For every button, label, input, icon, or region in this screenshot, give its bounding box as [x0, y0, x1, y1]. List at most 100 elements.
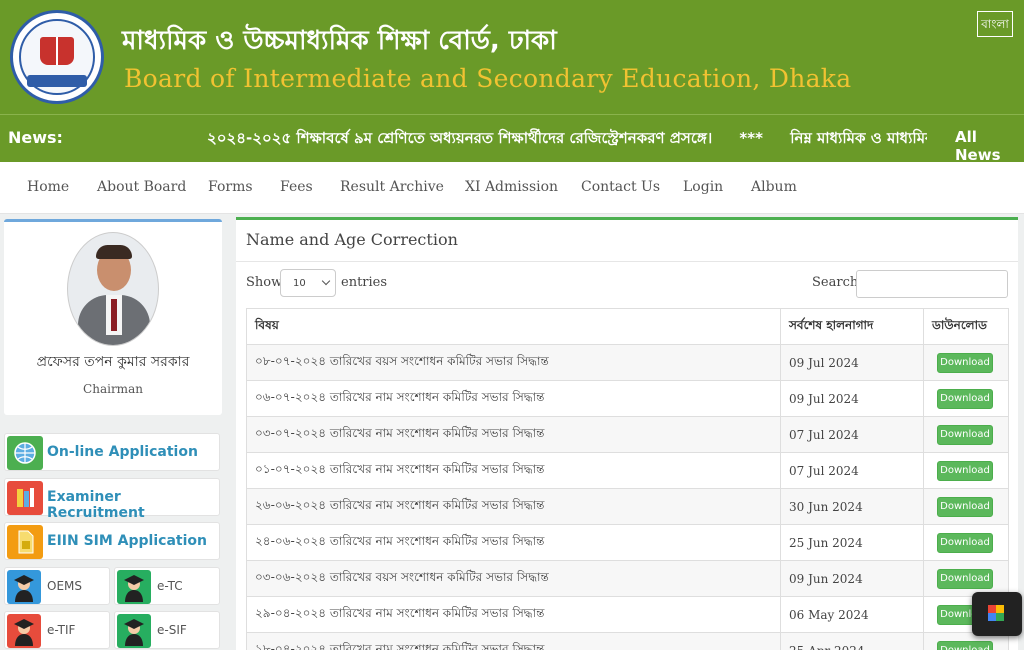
download-button[interactable]: Download: [937, 640, 993, 650]
table-row: ১৮-০৪-২০২৪ তারিখের নাম সংশোধন কমিটির সভা…: [246, 632, 1009, 650]
table-row: ২৯-০৪-২০২৪ তারিখের নাম সংশোধন কমিটির সভা…: [246, 596, 1009, 633]
sidebar-link-label: Examiner Recruitment: [47, 489, 145, 521]
notice-date: 30 Jun 2024: [780, 488, 924, 525]
notice-date: 09 Jul 2024: [780, 380, 924, 417]
column-header-subject[interactable]: বিষয়: [246, 308, 781, 345]
sidebar-link-label: EIIN SIM Application: [47, 533, 207, 549]
chairman-title: Chairman: [83, 382, 143, 396]
panel-divider: [236, 261, 1018, 262]
eiin-sim-application-link[interactable]: EIIN SIM Application: [4, 522, 220, 560]
download-button[interactable]: Download: [937, 352, 993, 373]
sidebar-link-label: On-line Application: [47, 444, 198, 460]
news-label: News:: [8, 128, 63, 147]
notice-date: 09 Jul 2024: [780, 344, 924, 381]
column-header-download[interactable]: ডাউনলোড: [923, 308, 1009, 345]
download-button[interactable]: Download: [937, 496, 993, 517]
notice-subject: ১৮-০৪-২০২৪ তারিখের নাম সংশোধন কমিটির সভা…: [246, 632, 781, 650]
news-item[interactable]: ২০২৪-২০২৫ শিক্ষাবর্ষে ৯ম শ্রেণিতে অধ্যয়…: [207, 129, 712, 147]
notice-date: 06 May 2024: [780, 596, 924, 633]
table-row: ০৩-০৬-২০২৪ তারিখের বয়স সংশোধন কমিটির সভ…: [246, 560, 1009, 597]
notice-date: 09 Jun 2024: [780, 560, 924, 597]
floating-widget-button[interactable]: [972, 592, 1022, 636]
photo-tie: [111, 299, 117, 331]
small-link-label: e-SIF: [157, 623, 187, 637]
sim-card-icon: [7, 525, 43, 559]
notices-table: বিষয় সর্বশেষ হালনাগাদ ডাউনলোড ০৮-০৭-২০২…: [246, 308, 1009, 650]
chevron-down-icon: [321, 276, 331, 286]
notice-date: 25 Apr 2024: [780, 632, 924, 650]
notice-date: 07 Jul 2024: [780, 416, 924, 453]
logo-ribbon: [27, 75, 87, 87]
nav-fees[interactable]: Fees: [280, 179, 313, 195]
nav-forms[interactable]: Forms: [208, 179, 253, 195]
examiner-recruitment-link[interactable]: Examiner Recruitment: [4, 478, 220, 521]
download-button[interactable]: Download: [937, 460, 993, 481]
board-logo[interactable]: [10, 10, 104, 104]
small-link-label: e-TC: [157, 579, 183, 593]
graduate-icon: [117, 614, 151, 648]
site-title-english: Board of Intermediate and Secondary Educ…: [124, 64, 852, 93]
notice-subject: ০৮-০৭-২০২৪ তারিখের বয়স সংশোধন কমিটির সভ…: [246, 344, 781, 381]
table-row: ০১-০৭-২০২৪ তারিখের নাম সংশোধন কমিটির সভা…: [246, 452, 1009, 489]
online-application-link[interactable]: On-line Application: [4, 433, 220, 471]
download-cell: Download: [923, 344, 1009, 381]
nav-about-board[interactable]: About Board: [97, 179, 186, 195]
entries-value: 10: [293, 278, 306, 289]
photo-hair: [96, 245, 132, 259]
e-tif-link[interactable]: e-TIF: [4, 611, 110, 649]
graduate-icon: [117, 570, 151, 604]
globe-icon: [7, 436, 43, 470]
entries-label: entries: [341, 275, 388, 290]
panel-title: Name and Age Correction: [246, 230, 458, 249]
notice-date: 07 Jul 2024: [780, 452, 924, 489]
notice-date: 25 Jun 2024: [780, 524, 924, 561]
notice-subject: ০১-০৭-২০২৪ তারিখের নাম সংশোধন কমিটির সভা…: [246, 452, 781, 489]
e-sif-link[interactable]: e-SIF: [114, 611, 220, 649]
nav-album[interactable]: Album: [751, 179, 797, 195]
download-cell: Download: [923, 416, 1009, 453]
column-header-last-updated[interactable]: সর্বশেষ হালনাগাদ: [780, 308, 924, 345]
table-row: ০৮-০৭-২০২৪ তারিখের বয়স সংশোধন কমিটির সভ…: [246, 344, 1009, 381]
chairman-name: প্রফেসর তপন কুমার সরকার: [36, 354, 190, 370]
notice-subject: ০৩-০৭-২০২৪ তারিখের নাম সংশোধন কমিটির সভা…: [246, 416, 781, 453]
nav-xi-admission[interactable]: XI Admission: [465, 179, 558, 195]
e-tc-link[interactable]: e-TC: [114, 567, 220, 605]
show-label: Show: [246, 275, 283, 290]
download-cell: Download: [923, 452, 1009, 489]
entries-per-page-select[interactable]: 10: [280, 269, 336, 297]
download-cell: Download: [923, 488, 1009, 525]
graduate-icon: [7, 614, 41, 648]
oems-link[interactable]: OEMS: [4, 567, 110, 605]
notice-subject: ০৬-০৭-২০২৪ তারিখের নাম সংশোধন কমিটির সভা…: [246, 380, 781, 417]
all-news-link[interactable]: All News: [955, 128, 1024, 164]
books-icon: [7, 481, 43, 515]
notice-subject: ০৩-০৬-২০২৪ তারিখের বয়স সংশোধন কমিটির সভ…: [246, 560, 781, 597]
chairman-card: প্রফেসর তপন কুমার সরকার Chairman: [4, 219, 222, 415]
download-button[interactable]: Download: [937, 424, 993, 445]
nav-home[interactable]: Home: [27, 179, 69, 195]
nav-contact-us[interactable]: Contact Us: [581, 179, 660, 195]
language-toggle-button[interactable]: বাংলা: [977, 11, 1013, 37]
site-title-bangla: মাধ্যমিক ও উচ্চমাধ্যমিক শিক্ষা বোর্ড, ঢা…: [122, 26, 557, 56]
notice-subject: ২৯-০৪-২০২৪ তারিখের নাম সংশোধন কমিটির সভা…: [246, 596, 781, 633]
news-item[interactable]: নিম্ন মাধ্যমিক ও মাধ্যমিক: [790, 129, 927, 147]
table-header-row: বিষয় সর্বশেষ হালনাগাদ ডাউনলোড: [246, 308, 1009, 345]
table-row: ০৩-০৭-২০২৪ তারিখের নাম সংশোধন কমিটির সভা…: [246, 416, 1009, 453]
nav-login[interactable]: Login: [683, 179, 723, 195]
table-row: ২৪-০৬-২০২৪ তারিখের নাম সংশোধন কমিটির সভা…: [246, 524, 1009, 561]
nav-result-archive[interactable]: Result Archive: [340, 179, 444, 195]
table-row: ২৬-০৬-২০২৪ তারিখের নাম সংশোধন কমিটির সভা…: [246, 488, 1009, 525]
download-button[interactable]: Download: [937, 568, 993, 589]
download-button[interactable]: Download: [937, 532, 993, 553]
chairman-photo: [67, 232, 159, 346]
search-input[interactable]: [856, 270, 1008, 298]
table-row: ০৬-০৭-২০২৪ তারিখের নাম সংশোধন কমিটির সভা…: [246, 380, 1009, 417]
notice-subject: ২৬-০৬-২০২৪ তারিখের নাম সংশোধন কমিটির সভা…: [246, 488, 781, 525]
logo-book-icon: [40, 37, 74, 65]
site-header: মাধ্যমিক ও উচ্চমাধ্যমিক শিক্ষা বোর্ড, ঢা…: [0, 0, 1024, 114]
download-cell: Download: [923, 524, 1009, 561]
news-separator: ***: [739, 129, 763, 147]
notice-subject: ২৪-০৬-২০২৪ তারিখের নাম সংশোধন কমিটির সভা…: [246, 524, 781, 561]
news-ticker[interactable]: ২০২৪-২০২৫ শিক্ষাবর্ষে ৯ম শ্রেণিতে অধ্যয়…: [207, 127, 927, 151]
download-button[interactable]: Download: [937, 388, 993, 409]
